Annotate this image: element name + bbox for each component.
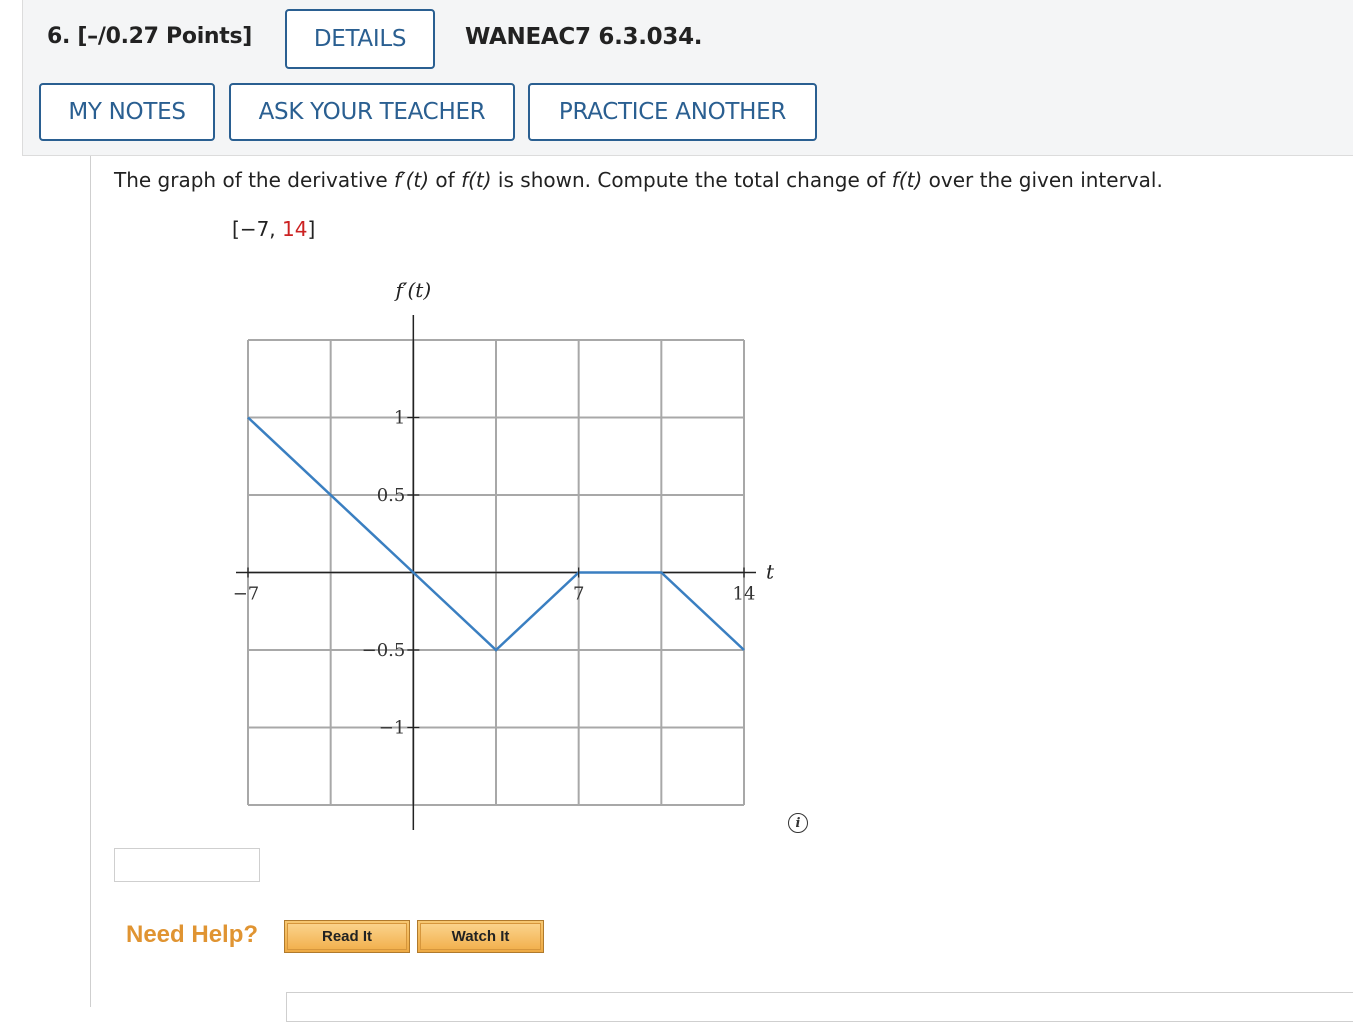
need-help-label: Need Help? xyxy=(126,921,259,948)
next-section-box xyxy=(286,992,1353,1022)
x-axis-label: t xyxy=(766,560,775,584)
x-tick-label: −7 xyxy=(233,584,260,605)
my-notes-button[interactable]: MY NOTES xyxy=(39,83,215,141)
practice-another-button[interactable]: PRACTICE ANOTHER xyxy=(528,83,817,141)
y-tick-label: −0.5 xyxy=(362,640,406,661)
read-it-label: Read It xyxy=(287,923,407,950)
content-divider xyxy=(90,156,91,1007)
y-tick-label: −1 xyxy=(379,718,406,739)
prompt-f: f(t) xyxy=(891,168,923,192)
info-icon[interactable]: i xyxy=(788,813,808,833)
ask-teacher-button[interactable]: ASK YOUR TEACHER xyxy=(229,83,515,141)
interval-start: −7 xyxy=(239,217,270,241)
watch-it-label: Watch It xyxy=(420,923,541,950)
question-header: 6. [–/0.27 Points] DETAILS WANEAC7 6.3.0… xyxy=(22,0,1353,156)
derivative-graph: −7 7 14 1 0.5 −0.5 −1 f′(t) t xyxy=(233,278,775,830)
x-tick-label: 7 xyxy=(573,584,584,605)
prompt-text: is shown. Compute the total change of xyxy=(491,168,892,192)
question-points: 6. [–/0.27 Points] xyxy=(47,24,253,49)
prompt-text: The graph of the derivative xyxy=(114,168,395,192)
answer-input[interactable] xyxy=(114,848,260,882)
details-button[interactable]: DETAILS xyxy=(285,9,435,69)
problem-statement: The graph of the derivative f′(t) of f(t… xyxy=(114,168,1163,192)
interval-separator: , xyxy=(269,217,283,241)
question-id: WANEAC7 6.3.034. xyxy=(465,24,703,50)
prompt-text: of xyxy=(429,168,462,192)
interval-bracket: ] xyxy=(307,217,316,241)
interval-end: 14 xyxy=(282,217,308,241)
watch-it-button[interactable]: Watch It xyxy=(417,920,544,953)
y-tick-label: 0.5 xyxy=(377,485,406,506)
interval-bracket: [ xyxy=(232,217,240,241)
prompt-fprime: f′(t) xyxy=(394,168,430,192)
read-it-button[interactable]: Read It xyxy=(284,920,410,953)
x-tick-label: 14 xyxy=(733,584,756,605)
y-axis-label: f′(t) xyxy=(394,278,432,302)
y-tick-label: 1 xyxy=(394,408,405,429)
prompt-f: f(t) xyxy=(461,168,492,192)
interval: [−7, 14] xyxy=(232,217,315,241)
prompt-text: over the given interval. xyxy=(922,168,1163,192)
